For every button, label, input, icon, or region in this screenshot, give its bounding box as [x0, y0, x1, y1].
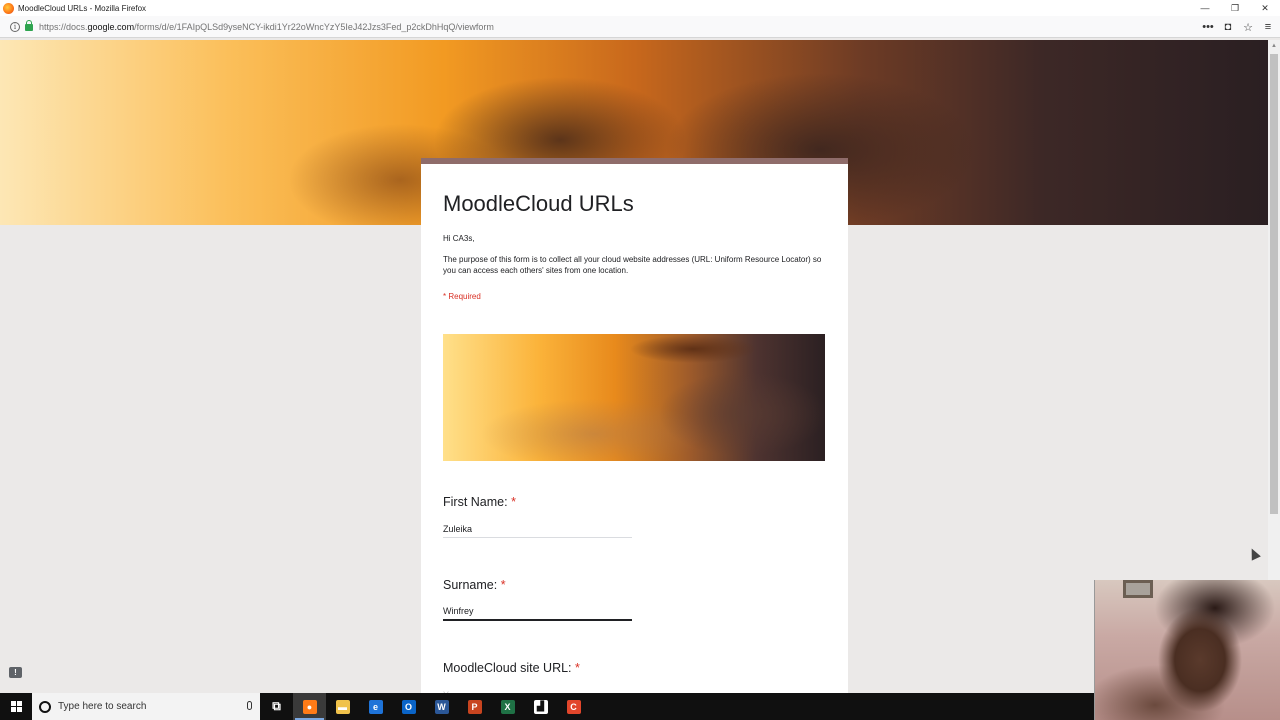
word-icon: W: [434, 699, 449, 714]
windows-start-icon[interactable]: [0, 693, 32, 720]
webcam-overlay: [1094, 580, 1280, 720]
search-placeholder: Type here to search: [58, 701, 147, 712]
outlook-icon: O: [401, 699, 416, 714]
taskbar-app-word[interactable]: W: [425, 693, 458, 720]
required-note: * Required: [443, 292, 481, 301]
microphone-icon[interactable]: [247, 701, 252, 710]
excel-icon: X: [500, 699, 515, 714]
lock-icon[interactable]: [25, 20, 33, 31]
taskbar-app-file-explorer[interactable]: ▬: [326, 693, 359, 720]
pocket-icon[interactable]: ◘: [1222, 21, 1234, 33]
bookmark-star-icon[interactable]: ☆: [1242, 21, 1254, 34]
question-surname: Surname: *: [443, 578, 506, 592]
feedback-icon[interactable]: !: [9, 667, 22, 678]
file-explorer-icon: ▬: [335, 699, 350, 714]
question-first-name: First Name: *: [443, 495, 516, 509]
first-name-input[interactable]: [443, 520, 632, 538]
taskbar-apps: ⧉ ● ▬ e O W P X ▟ C: [260, 693, 590, 720]
site-url-input[interactable]: [443, 686, 632, 693]
address-bar-actions: ••• ◘ ☆ ≡: [1202, 16, 1274, 38]
form-header-image: [443, 334, 825, 461]
taskbar-app-excel[interactable]: X: [491, 693, 524, 720]
surname-input[interactable]: [443, 603, 632, 621]
screen-recorder-icon: C: [566, 699, 581, 714]
form-description: The purpose of this form is to collect a…: [443, 255, 822, 275]
edge-icon: e: [368, 699, 383, 714]
minimize-button[interactable]: —: [1190, 0, 1220, 16]
taskbar-app-task-view[interactable]: ⧉: [260, 693, 293, 720]
info-icon[interactable]: i: [10, 21, 20, 32]
taskbar-app-edge[interactable]: e: [359, 693, 392, 720]
taskbar-search[interactable]: Type here to search: [32, 693, 260, 720]
taskbar-app-sticky-notes[interactable]: ▟: [524, 693, 557, 720]
firefox-icon: [3, 2, 14, 14]
sticky-notes-icon: ▟: [533, 699, 548, 714]
scroll-up-icon[interactable]: ▲: [1268, 40, 1280, 52]
window-controls: — ❐ ✕: [1190, 0, 1280, 16]
required-star: *: [575, 661, 580, 675]
question-label: First Name:: [443, 495, 508, 509]
url-text[interactable]: https://docs.google.com/forms/d/e/1FAIpQ…: [39, 22, 494, 32]
page-viewport: MoodleCloud URLs Hi CA3s, The purpose of…: [0, 40, 1268, 693]
powerpoint-icon: P: [467, 699, 482, 714]
taskbar-app-powerpoint[interactable]: P: [458, 693, 491, 720]
address-bar[interactable]: i https://docs.google.com/forms/d/e/1FAI…: [0, 16, 1280, 38]
menu-icon[interactable]: ≡: [1262, 21, 1274, 33]
question-site-url: MoodleCloud site URL: *: [443, 661, 580, 675]
window-title: MoodleCloud URLs - Mozilla Firefox: [18, 3, 147, 13]
restore-button[interactable]: ❐: [1220, 0, 1250, 16]
required-star: *: [511, 495, 516, 509]
taskbar-app-firefox[interactable]: ●: [293, 693, 326, 720]
question-label: Surname:: [443, 578, 498, 592]
question-label: MoodleCloud site URL:: [443, 661, 572, 675]
picture-frame: [1123, 580, 1153, 598]
form-card: MoodleCloud URLs Hi CA3s, The purpose of…: [421, 158, 848, 693]
taskbar-app-outlook[interactable]: O: [392, 693, 425, 720]
required-star: *: [500, 578, 506, 592]
firefox-icon: ●: [302, 699, 317, 714]
form-title: MoodleCloud URLs: [443, 191, 634, 216]
form-greeting: Hi CA3s,: [443, 234, 475, 243]
close-button[interactable]: ✕: [1250, 0, 1280, 16]
taskbar-app-screen-recorder[interactable]: C: [557, 693, 590, 720]
task-view-icon: ⧉: [272, 699, 281, 713]
more-icon[interactable]: •••: [1202, 21, 1214, 33]
window-titlebar: MoodleCloud URLs - Mozilla Firefox — ❐ ✕: [0, 0, 1280, 16]
windows-taskbar: Type here to search ⧉ ● ▬ e O W P X ▟ C: [0, 693, 1094, 720]
cortana-icon[interactable]: [39, 700, 51, 713]
scrollbar-thumb[interactable]: [1270, 54, 1278, 514]
